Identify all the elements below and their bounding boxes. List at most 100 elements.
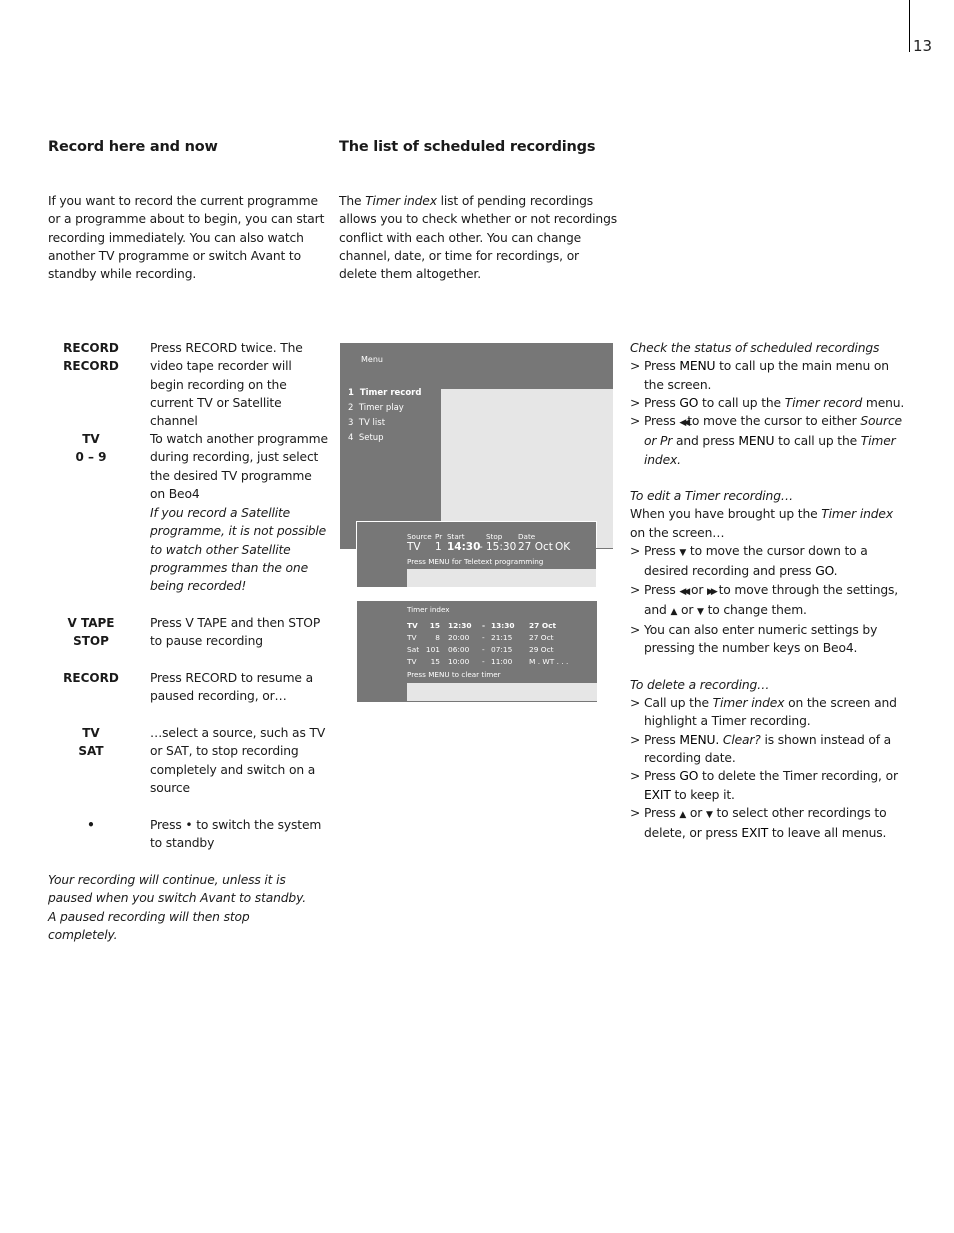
bullet-marker: > bbox=[630, 732, 641, 747]
menu-item-timer-play[interactable]: 2 Timer play bbox=[348, 403, 404, 413]
menu-item-setup[interactable]: 4 Setup bbox=[348, 433, 384, 443]
step-description: Press RECORD twice. The video tape recor… bbox=[150, 341, 303, 429]
text: or bbox=[687, 582, 708, 597]
value-ok[interactable]: OK bbox=[555, 541, 570, 553]
timer-entry-date[interactable]: 29 Oct bbox=[529, 645, 554, 654]
timer-entry-date[interactable]: 27 Oct bbox=[529, 621, 556, 630]
instruction-item: > Press ▼ to move the cursor down to a de… bbox=[630, 542, 908, 581]
remote-keys: TV 0 – 9 bbox=[48, 430, 134, 467]
timer-entry-stop[interactable]: 11:00 bbox=[491, 657, 512, 666]
remote-keys: TV SAT bbox=[48, 724, 134, 761]
step-note: If you record a Satellite programme, it … bbox=[150, 506, 327, 594]
timer-entry-stop[interactable]: 07:15 bbox=[491, 645, 512, 654]
menu-item-tv-list[interactable]: 3 TV list bbox=[348, 418, 385, 428]
bullet-marker: > bbox=[630, 582, 641, 597]
step-description: Press V TAPE and then STOP to pause reco… bbox=[150, 616, 321, 649]
intro-text: The bbox=[339, 194, 366, 208]
timer-entry-stop[interactable]: 13:30 bbox=[491, 621, 515, 630]
timer-index-hint: Press MENU to clear timer bbox=[407, 670, 501, 679]
text: menu. bbox=[862, 395, 905, 410]
value-start[interactable]: 14:30 bbox=[447, 541, 480, 553]
timer-entry-start[interactable]: 20:00 bbox=[448, 633, 469, 642]
key-name: EXIT bbox=[644, 787, 671, 802]
edit-heading: To edit a Timer recording… bbox=[630, 489, 794, 504]
text: or bbox=[686, 805, 706, 820]
timer-entry-source[interactable]: TV bbox=[407, 621, 418, 630]
timer-entry-sep[interactable]: - bbox=[482, 621, 485, 630]
timer-entry-sep[interactable]: - bbox=[482, 633, 485, 642]
value-stop[interactable]: 15:30 bbox=[486, 541, 516, 553]
menu-item-number: 1 bbox=[348, 388, 354, 398]
step-description: …select a source, such as TV or SAT, to … bbox=[150, 726, 326, 795]
delete-heading: To delete a recording… bbox=[630, 677, 770, 692]
menu-item-label: TV list bbox=[358, 418, 386, 428]
remote-key-label: SAT bbox=[78, 744, 104, 759]
key-name: GO bbox=[815, 564, 834, 579]
timer-entry-pr[interactable]: 8 bbox=[420, 633, 440, 642]
timer-entry-start[interactable]: 06:00 bbox=[448, 645, 469, 654]
timer-entry-source[interactable]: TV bbox=[407, 633, 417, 642]
remote-key-label: TV bbox=[82, 432, 100, 446]
timer-entry-stop[interactable]: 21:15 bbox=[491, 633, 512, 642]
timer-entry-pr[interactable]: 15 bbox=[420, 621, 440, 630]
timer-entry-pr[interactable]: 101 bbox=[420, 645, 440, 654]
timer-entry-source[interactable]: TV bbox=[407, 657, 417, 666]
key-name: GO bbox=[679, 769, 699, 784]
key-name: MENU bbox=[738, 434, 775, 449]
bullet-marker: > bbox=[630, 395, 641, 410]
timer-record-hint: Press MENU for Teletext programming bbox=[407, 557, 544, 566]
instruction-item: > Press ◀◀ or ▶▶ to move through the sett… bbox=[630, 581, 908, 622]
page-number: 13 bbox=[913, 37, 933, 55]
section-heading-record-now: Record here and now bbox=[48, 139, 218, 155]
header-pr: Pr bbox=[435, 532, 443, 541]
remote-keys: RECORD RECORD bbox=[48, 339, 134, 376]
key-name: GO bbox=[679, 395, 699, 410]
menu-item-number: 3 bbox=[348, 418, 354, 428]
edit-intro: When you have brought up the Timer index… bbox=[630, 505, 908, 542]
remote-key-label: V TAPE bbox=[67, 616, 115, 630]
record-now-intro: If you want to record the current progra… bbox=[48, 194, 325, 282]
text: When you have brought up the bbox=[630, 507, 822, 522]
text: and press bbox=[672, 434, 739, 449]
key-name: EXIT bbox=[741, 826, 769, 841]
remote-key-label: TV bbox=[82, 726, 100, 740]
value-pr[interactable]: 1 bbox=[435, 541, 442, 553]
remote-key-label: STOP bbox=[73, 634, 109, 649]
text: Press bbox=[644, 582, 680, 597]
value-date[interactable]: 27 Oct bbox=[518, 541, 553, 553]
text: or bbox=[677, 602, 698, 617]
panel-connector-line bbox=[596, 548, 613, 549]
timer-entry-date[interactable]: M . WT . . . bbox=[529, 657, 568, 666]
text: Press bbox=[644, 395, 680, 410]
timer-entry-start[interactable]: 12:30 bbox=[448, 621, 472, 630]
text: Press bbox=[644, 769, 680, 784]
text: Press bbox=[644, 359, 680, 374]
text: to move the cursor to either bbox=[687, 414, 861, 429]
remote-key-label: RECORD bbox=[63, 359, 119, 374]
value-source[interactable]: TV bbox=[407, 541, 421, 553]
text: Press bbox=[644, 805, 680, 820]
header-source: Source bbox=[407, 532, 432, 541]
step-description: Press • to switch the system to standby bbox=[150, 818, 322, 851]
check-status-list: > Press MENU to call up the main menu on … bbox=[630, 357, 908, 469]
screen-term: Timer index bbox=[712, 696, 785, 711]
text: Press bbox=[644, 543, 680, 558]
timer-entry-pr[interactable]: 15 bbox=[420, 657, 440, 666]
timer-entry-source[interactable]: Sat bbox=[407, 645, 419, 654]
timer-entry-date[interactable]: 27 Oct bbox=[529, 633, 554, 642]
key-name: MENU bbox=[679, 359, 716, 374]
text: to delete the Timer recording, or bbox=[698, 769, 898, 784]
screen-term: Timer record bbox=[784, 395, 863, 410]
timer-entry-start[interactable]: 10:00 bbox=[448, 657, 469, 666]
menu-item-number: 2 bbox=[348, 403, 354, 413]
text: Press bbox=[644, 414, 680, 429]
menu-item-label: Timer play bbox=[358, 403, 404, 413]
delete-list: > Call up the Timer index on the screen a… bbox=[630, 694, 908, 842]
timer-entry-sep[interactable]: - bbox=[482, 657, 485, 666]
check-status-heading: Check the status of scheduled recordings bbox=[630, 341, 880, 355]
menu-item-timer-record[interactable]: 1 Timer record bbox=[348, 388, 421, 398]
instruction-item: > Press ▲ or ▼ to select other recordings… bbox=[630, 804, 908, 843]
menu-item-label: Timer record bbox=[359, 388, 422, 398]
timer-entry-sep[interactable]: - bbox=[482, 645, 485, 654]
instruction-item: > Call up the Timer index on the screen a… bbox=[630, 694, 908, 731]
